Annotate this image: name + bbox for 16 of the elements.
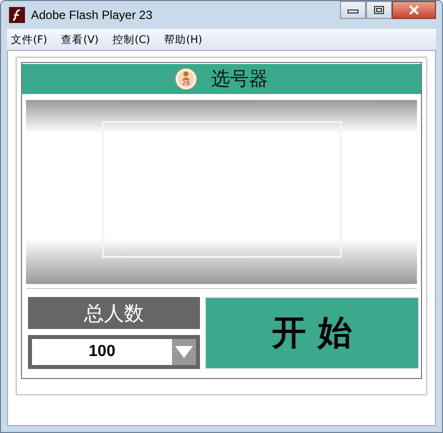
start-button[interactable]: 开 始 bbox=[205, 297, 419, 369]
window-title: Adobe Flash Player 23 bbox=[31, 8, 152, 22]
menu-item[interactable]: 控制(C) bbox=[108, 33, 156, 47]
app-title: 选号器 bbox=[211, 67, 268, 92]
close-icon bbox=[408, 5, 420, 15]
flash-icon bbox=[9, 7, 25, 23]
minimize-button[interactable] bbox=[340, 1, 366, 19]
maximize-button[interactable] bbox=[366, 1, 392, 19]
count-dropdown[interactable]: 100 bbox=[28, 335, 200, 369]
menu-item[interactable]: 帮助(H) bbox=[160, 33, 208, 47]
close-button[interactable] bbox=[392, 1, 436, 19]
menu-item[interactable]: 文件(F) bbox=[7, 33, 54, 47]
menu-item[interactable]: 查看(V) bbox=[57, 33, 105, 47]
person-icon bbox=[175, 68, 197, 90]
total-label: 总人数 bbox=[28, 297, 200, 329]
maximize-icon bbox=[373, 5, 385, 15]
